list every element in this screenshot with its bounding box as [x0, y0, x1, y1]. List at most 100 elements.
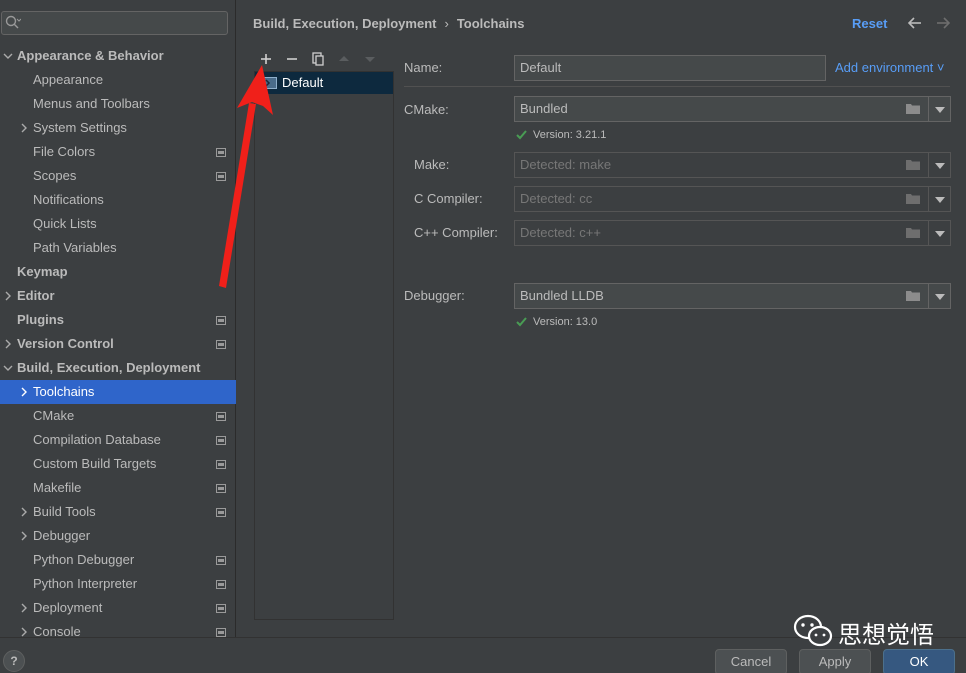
- sidebar-item[interactable]: Custom Build Targets: [0, 452, 236, 476]
- sidebar-item-label: Toolchains: [33, 384, 95, 399]
- chevron-right-icon[interactable]: [19, 603, 29, 613]
- make-dropdown-button[interactable]: [929, 152, 951, 178]
- sidebar-item[interactable]: Toolchains: [0, 380, 236, 404]
- name-input[interactable]: Default: [514, 55, 826, 81]
- settings-search-input[interactable]: [22, 12, 222, 34]
- breadcrumb-current: Toolchains: [456, 16, 525, 31]
- remove-icon[interactable]: [281, 48, 303, 70]
- sidebar-item-label: Compilation Database: [33, 432, 161, 447]
- sidebar-item-label: Build Tools: [33, 504, 96, 519]
- ok-button[interactable]: OK: [883, 649, 955, 673]
- toolchain-item-default[interactable]: Default: [255, 72, 393, 94]
- cancel-button[interactable]: Cancel: [715, 649, 787, 673]
- chevron-down-icon[interactable]: [3, 51, 13, 61]
- cmake-dropdown-button[interactable]: [929, 96, 951, 122]
- sidebar-item-label: Custom Build Targets: [33, 456, 157, 471]
- sidebar-item[interactable]: Keymap: [0, 260, 236, 284]
- sidebar-item[interactable]: Editor: [0, 284, 236, 308]
- settings-search-field[interactable]: [1, 11, 228, 35]
- chevron-right-icon[interactable]: [19, 627, 29, 637]
- sidebar-item[interactable]: System Settings: [0, 116, 236, 140]
- sidebar-item[interactable]: Deployment: [0, 596, 236, 620]
- make-field[interactable]: Detected: make: [514, 152, 929, 178]
- chevron-down-icon: [935, 231, 945, 237]
- sidebar-item[interactable]: Debugger: [0, 524, 236, 548]
- chevron-down-icon: [935, 294, 945, 300]
- breadcrumb-parent[interactable]: Build, Execution, Deployment: [253, 16, 436, 31]
- add-icon[interactable]: [255, 48, 277, 70]
- toolchain-item-label: Default: [282, 75, 324, 90]
- toolchain-list: Default: [254, 71, 394, 620]
- sidebar-item[interactable]: Menus and Toolbars: [0, 92, 236, 116]
- chevron-right-icon[interactable]: [3, 291, 13, 301]
- watermark: 思想觉悟: [793, 612, 943, 649]
- sidebar-item[interactable]: File Colors: [0, 140, 236, 164]
- sidebar-item[interactable]: Build Tools: [0, 500, 236, 524]
- sidebar-item[interactable]: Python Debugger: [0, 548, 236, 572]
- chevron-right-icon[interactable]: [3, 339, 13, 349]
- c-compiler-dropdown-button[interactable]: [929, 186, 951, 212]
- sidebar-item[interactable]: Plugins: [0, 308, 236, 332]
- chevron-down-icon[interactable]: [3, 363, 13, 373]
- debugger-dropdown-button[interactable]: [929, 283, 951, 309]
- project-level-icon: [216, 628, 226, 637]
- sidebar-item-label: CMake: [33, 408, 75, 423]
- sidebar-item[interactable]: Path Variables: [0, 236, 236, 260]
- chevron-right-icon[interactable]: [19, 123, 29, 133]
- chevron-right-icon[interactable]: [19, 531, 29, 541]
- cmake-label: CMake:: [404, 102, 449, 117]
- sidebar-item-label: Deployment: [33, 600, 103, 615]
- folder-icon[interactable]: [906, 103, 920, 114]
- debugger-label: Debugger:: [404, 288, 465, 303]
- project-level-icon: [216, 316, 226, 325]
- sidebar-item-label: Build, Execution, Deployment: [17, 360, 201, 375]
- arrow-right-icon[interactable]: [935, 15, 951, 31]
- chevron-right-icon[interactable]: [19, 507, 29, 517]
- folder-icon[interactable]: [906, 193, 920, 204]
- breadcrumb: Build, Execution, Deployment › Toolchains: [253, 16, 524, 32]
- sidebar-item-label: Path Variables: [33, 240, 117, 255]
- sidebar-item[interactable]: Version Control: [0, 332, 236, 356]
- debugger-field[interactable]: Bundled LLDB: [514, 283, 929, 309]
- folder-icon[interactable]: [906, 290, 920, 301]
- cpp-compiler-label: C++ Compiler:: [414, 225, 498, 240]
- add-environment-link[interactable]: Add environment ˅: [835, 60, 944, 75]
- separator: [404, 86, 950, 87]
- arrow-left-icon[interactable]: [907, 15, 923, 31]
- sidebar-item[interactable]: Python Interpreter: [0, 572, 236, 596]
- sidebar-item-label: Keymap: [17, 264, 68, 279]
- sidebar-item[interactable]: Appearance: [0, 68, 236, 92]
- sidebar-item[interactable]: Scopes: [0, 164, 236, 188]
- folder-icon[interactable]: [906, 227, 920, 238]
- cpp-compiler-field[interactable]: Detected: c++: [514, 220, 929, 246]
- sidebar-item[interactable]: Quick Lists: [0, 212, 236, 236]
- help-button[interactable]: ?: [3, 650, 25, 672]
- copy-icon[interactable]: [307, 48, 329, 70]
- sidebar-item-label: Appearance & Behavior: [17, 48, 164, 63]
- project-level-icon: [216, 172, 226, 181]
- sidebar-item[interactable]: CMake: [0, 404, 236, 428]
- make-label: Make:: [414, 157, 450, 172]
- c-compiler-label: C Compiler:: [414, 191, 483, 206]
- debugger-value: Bundled LLDB: [520, 288, 604, 303]
- move-up-icon: [339, 56, 349, 61]
- sidebar-item[interactable]: Compilation Database: [0, 428, 236, 452]
- sidebar-item-label: Menus and Toolbars: [33, 96, 150, 111]
- move-down-icon: [365, 57, 375, 62]
- chevron-right-icon[interactable]: [19, 387, 29, 397]
- c-compiler-placeholder: Detected: cc: [520, 191, 593, 206]
- project-level-icon: [216, 436, 226, 445]
- sidebar-item-label: Python Debugger: [33, 552, 135, 567]
- cmake-field[interactable]: Bundled: [514, 96, 929, 122]
- sidebar-item[interactable]: Notifications: [0, 188, 236, 212]
- c-compiler-field[interactable]: Detected: cc: [514, 186, 929, 212]
- folder-icon[interactable]: [906, 159, 920, 170]
- apply-button[interactable]: Apply: [799, 649, 871, 673]
- sidebar-item-label: Python Interpreter: [33, 576, 138, 591]
- sidebar-item[interactable]: Makefile: [0, 476, 236, 500]
- reset-link[interactable]: Reset: [852, 16, 887, 31]
- cpp-compiler-dropdown-button[interactable]: [929, 220, 951, 246]
- sidebar-item[interactable]: Appearance & Behavior: [0, 44, 236, 68]
- project-level-icon: [216, 412, 226, 421]
- sidebar-item[interactable]: Build, Execution, Deployment: [0, 356, 236, 380]
